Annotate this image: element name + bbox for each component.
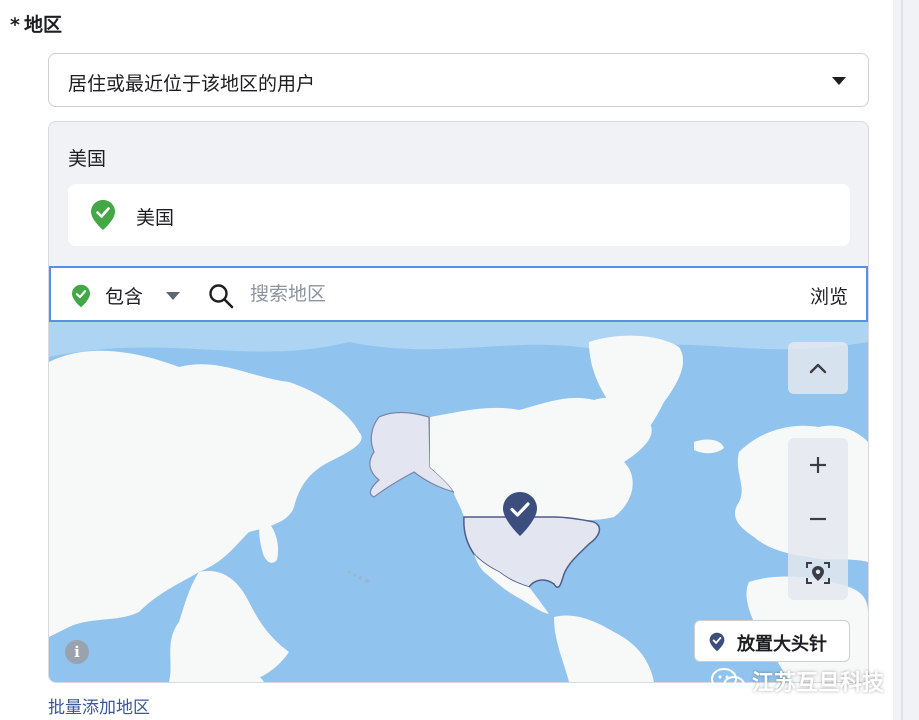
zoom-out-button[interactable]	[788, 492, 848, 546]
wechat-logo-icon	[711, 668, 745, 694]
location-search-bar: 包含 浏览	[49, 266, 868, 322]
location-section-label: * 地区	[10, 10, 62, 37]
location-panel: 美国 美国 包含 浏览	[48, 121, 869, 683]
browse-button[interactable]: 浏览	[810, 282, 848, 309]
required-asterisk: *	[10, 14, 20, 36]
selected-group-title: 美国	[68, 148, 107, 170]
drop-pin-label: 放置大头针	[737, 634, 827, 655]
locate-pin-icon	[806, 562, 830, 584]
included-pin-icon	[90, 199, 116, 235]
chevron-up-icon	[809, 363, 827, 374]
location-search-input[interactable]	[250, 280, 770, 308]
drop-pin-button[interactable]: 放置大头针	[694, 620, 850, 662]
audience-type-dropdown[interactable]: 居住或最近位于该地区的用户	[48, 53, 869, 107]
info-icon[interactable]: i	[65, 640, 89, 664]
search-icon	[208, 283, 234, 313]
include-exclude-toggle[interactable]: 包含	[105, 282, 143, 309]
recenter-button[interactable]	[788, 546, 848, 600]
included-pin-icon	[71, 284, 91, 312]
map-zoom-controls	[788, 438, 848, 600]
selected-location-name: 美国	[136, 207, 175, 229]
caret-down-icon	[832, 77, 846, 85]
scrollbar-rail	[901, 0, 903, 720]
zoom-in-button[interactable]	[788, 438, 848, 492]
world-map[interactable]: 放置大头针 i	[49, 322, 868, 682]
collapse-map-button[interactable]	[788, 342, 848, 394]
audience-type-value: 居住或最近位于该地区的用户	[68, 73, 316, 95]
selected-location-item[interactable]: 美国	[68, 184, 850, 246]
minus-icon	[810, 517, 826, 521]
bulk-add-locations-link[interactable]: 批量添加地区	[48, 693, 150, 718]
watermark-text: 江苏互旦科技	[752, 671, 885, 696]
section-title: 地区	[23, 14, 62, 36]
watermark: 江苏互旦科技	[710, 664, 884, 698]
caret-down-icon[interactable]	[166, 292, 180, 300]
map-pin-icon	[709, 632, 725, 652]
plus-icon	[810, 457, 826, 473]
page-scrollbar[interactable]	[893, 0, 919, 720]
